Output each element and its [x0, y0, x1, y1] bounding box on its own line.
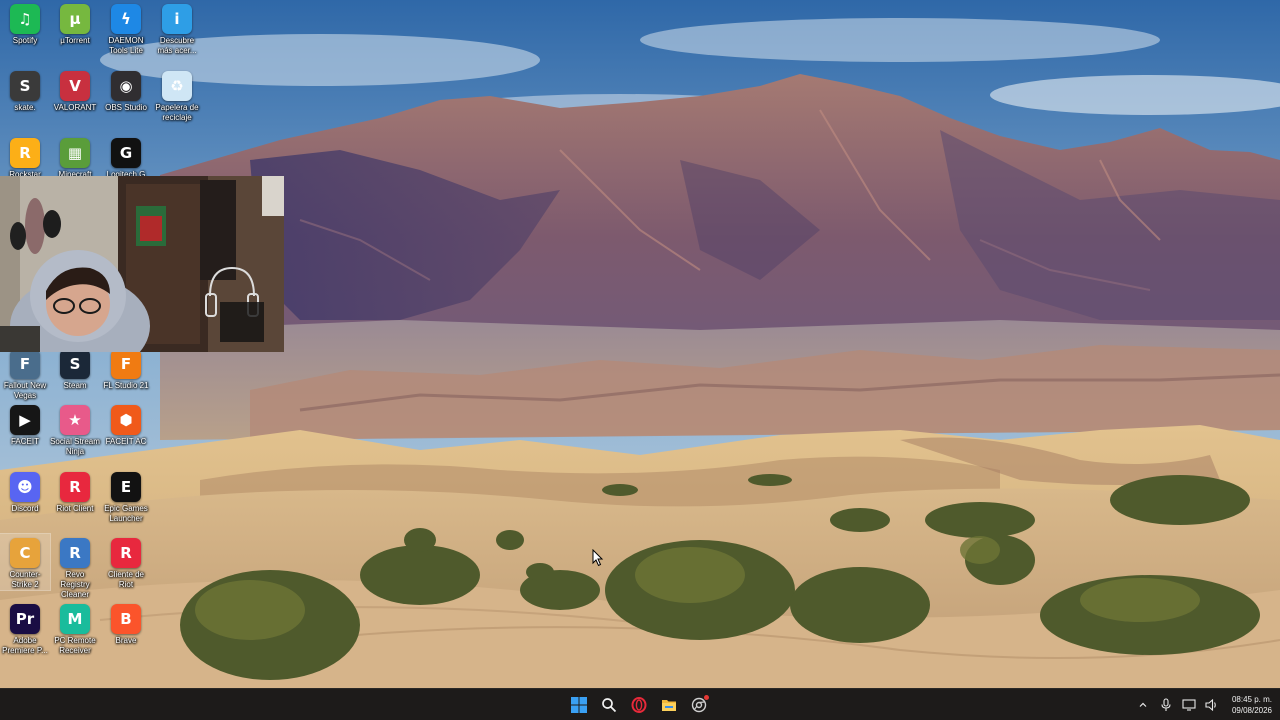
desktop-icon-rockstar[interactable]: R Rockstar	[0, 134, 50, 180]
desktop-icon-utorrent[interactable]: µ µTorrent	[50, 0, 100, 46]
daemon-tools-icon: ϟ	[111, 4, 141, 34]
spotify-icon: ♫	[10, 4, 40, 34]
brave-icon: B	[111, 604, 141, 634]
taskbar: 08:45 p. m. 09/08/2026	[0, 688, 1280, 720]
desktop-icon-label: Steam	[63, 381, 87, 390]
desktop-icon-label: FACEIT AC	[105, 437, 147, 446]
microphone-icon[interactable]	[1159, 698, 1173, 712]
desktop-icon-label: VALORANT	[53, 103, 97, 112]
obs-icon: ◉	[111, 71, 141, 101]
desktop-icon-label: Descubre más acer...	[157, 36, 197, 55]
desktop-icon-label: Revo Registry Cleaner	[60, 570, 90, 599]
taskbar-search-button[interactable]	[596, 692, 622, 718]
desktop-icon-label: FL Studio 21	[103, 381, 149, 390]
desktop-icon-obs[interactable]: ◉ OBS Studio	[101, 67, 151, 113]
recycle-bin-icon: ♻	[162, 71, 192, 101]
desktop-icon-label: Riot Client	[56, 504, 94, 513]
desktop-icon-cs[interactable]: C Counter-Strike 2	[0, 533, 51, 591]
desktop-icon-revo[interactable]: R Revo Registry Cleaner	[50, 534, 100, 600]
counter-strike-icon: C	[10, 538, 40, 568]
desktop-icon-label: FACEIT	[10, 437, 39, 446]
pc-remote-icon: M	[60, 604, 90, 634]
notification-dot	[704, 695, 709, 700]
desktop-icon-label: µTorrent	[60, 36, 90, 45]
utorrent-icon: µ	[60, 4, 90, 34]
volume-icon[interactable]	[1205, 698, 1219, 712]
desktop-icon-label: Adobe Premiere P...	[2, 636, 48, 655]
desktop-icon-riotclient[interactable]: R Riot Client	[50, 468, 100, 514]
desktop-icon-discord[interactable]: ☻ Discord	[0, 468, 50, 514]
opera-gx-icon	[631, 697, 647, 713]
desktop-icon-skate[interactable]: Sskate.	[0, 67, 50, 113]
fl-studio-icon: F	[111, 349, 141, 379]
desktop-icon-papelera[interactable]: ♻ Papelera de reciclaje	[152, 67, 202, 123]
clock-time: 08:45 p. m.	[1231, 695, 1272, 704]
desktop-icon-label: Social Stream Ninja	[50, 437, 100, 456]
desktop-icon-daemon[interactable]: ϟ DAEMON Tools Lite	[101, 0, 151, 56]
desktop-icon-label: Counter-Strike 2	[9, 570, 41, 589]
desktop-icon-logitech[interactable]: G Logitech G	[101, 134, 151, 180]
epic-games-icon: E	[111, 472, 141, 502]
rockstar-icon: R	[10, 138, 40, 168]
logitech-icon: G	[111, 138, 141, 168]
skate-icon: S	[10, 71, 40, 101]
search-icon	[602, 698, 617, 713]
start-button[interactable]	[566, 692, 592, 718]
riot-client-icon: R	[60, 472, 90, 502]
desktop-icon-label: DAEMON Tools Lite	[108, 36, 144, 55]
desktop-icon-label: Spotify	[12, 36, 38, 45]
taskbar-file-explorer[interactable]	[656, 692, 682, 718]
premiere-icon: Pr	[10, 604, 40, 634]
spotlight-icon: i	[162, 4, 192, 34]
desktop-icon-epic[interactable]: E Epic Games Launcher	[101, 468, 151, 524]
mouse-cursor-icon	[592, 549, 604, 567]
desktop-icon-pcremote[interactable]: M PC Remote Receiver	[50, 600, 100, 656]
desktop-icon-label: Epic Games Launcher	[104, 504, 148, 523]
taskbar-opera-gx[interactable]	[626, 692, 652, 718]
revo-registry-cleaner-icon: R	[60, 538, 90, 568]
desktop-icon-label: Cliente de Riot	[107, 570, 145, 589]
taskbar-chrome[interactable]	[686, 692, 712, 718]
minecraft-icon: ▦	[60, 138, 90, 168]
desktop-icon-fallout[interactable]: F Fallout New Vegas	[0, 345, 50, 401]
network-icon[interactable]	[1182, 698, 1196, 712]
desktop-icon-valorant[interactable]: V VALORANT	[50, 67, 100, 113]
desktop-icon-brave[interactable]: B Brave	[101, 600, 151, 646]
file-explorer-icon	[662, 700, 676, 711]
desktop-icon-descubre[interactable]: i Descubre más acer...	[152, 0, 202, 56]
discord-icon: ☻	[10, 472, 40, 502]
desktop-icon-faceit[interactable]: ▶ FACEIT	[0, 401, 50, 447]
system-tray: 08:45 p. m. 09/08/2026	[1136, 689, 1272, 720]
desktop-icon-label: PC Remote Receiver	[54, 636, 96, 655]
show-hidden-icons-chevron-icon[interactable]	[1136, 698, 1150, 712]
desktop-icon-premiere[interactable]: Pr Adobe Premiere P...	[0, 600, 50, 656]
desktop-icon-label: Discord	[11, 504, 39, 513]
faceit-icon: ▶	[10, 405, 40, 435]
desktop-icon-label: Fallout New Vegas	[3, 381, 47, 400]
cliente-riot-icon: R	[111, 538, 141, 568]
taskbar-apps	[566, 689, 712, 720]
desktop-icon-minecraft[interactable]: ▦ Minecraft	[50, 134, 100, 180]
desktop-icon-label: skate.	[14, 103, 36, 112]
webcam-overlay	[0, 176, 284, 352]
faceit-ac-icon: ⬢	[111, 405, 141, 435]
clock-date: 09/08/2026	[1231, 706, 1272, 715]
steam-icon: S	[60, 349, 90, 379]
desktop-icon-label: Papelera de reciclaje	[155, 103, 199, 122]
fallout-icon: F	[10, 349, 40, 379]
desktop-icon-spotify[interactable]: ♫ Spotify	[0, 0, 50, 46]
desktop-icon-label: Brave	[115, 636, 137, 645]
taskbar-clock[interactable]: 08:45 p. m. 09/08/2026	[1232, 694, 1272, 716]
desktop-icon-faceitac[interactable]: ⬢ FACEIT AC	[101, 401, 151, 447]
valorant-icon: V	[60, 71, 90, 101]
desktop-icon-ssn[interactable]: ★ Social Stream Ninja	[50, 401, 100, 457]
desktop-icon-clienteriot[interactable]: R Cliente de Riot	[101, 534, 151, 590]
desktop-icon-label: OBS Studio	[105, 103, 147, 112]
windows-start-icon	[571, 697, 587, 713]
social-stream-ninja-icon: ★	[60, 405, 90, 435]
